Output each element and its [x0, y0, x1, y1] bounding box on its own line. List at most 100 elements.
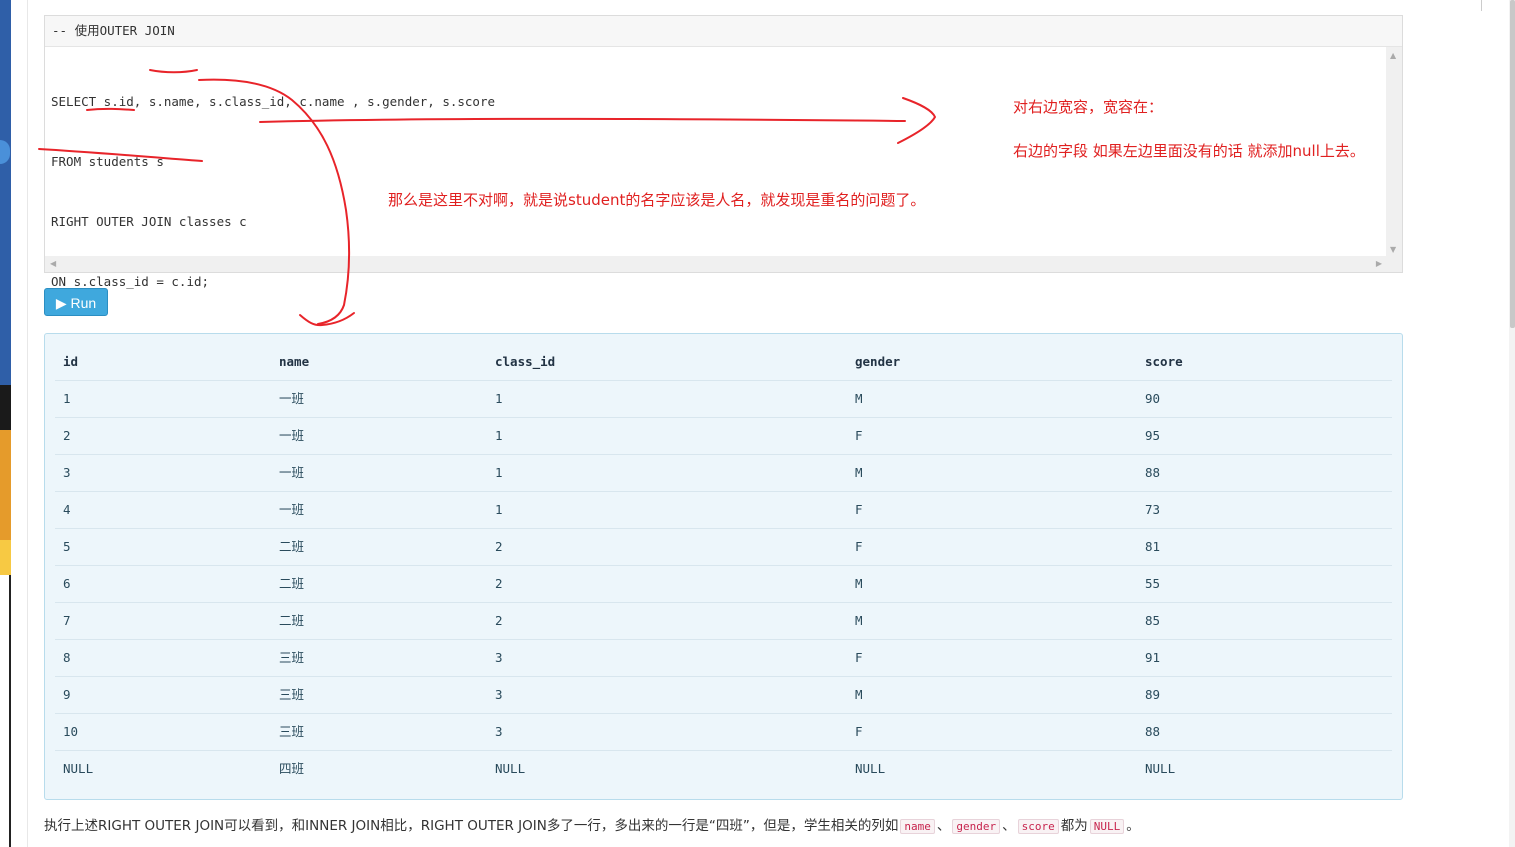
cell-score: 85	[1145, 613, 1161, 628]
cell-id: 5	[63, 539, 71, 554]
column-header-gender: gender	[855, 354, 901, 369]
cell-class-id: NULL	[495, 761, 526, 776]
table-row: NULL 四班 NULL NULL NULL	[55, 750, 1392, 787]
inline-code-score: score	[1017, 819, 1059, 834]
cell-class-id: 1	[495, 502, 503, 517]
result-table: id name class_id gender score 1 一班 1 M 90 2 一班…	[44, 333, 1403, 800]
cell-id: 7	[63, 613, 71, 628]
explanation-text: 执行上述RIGHT OUTER JOIN可以看到，和INNER JOIN相比，R…	[44, 818, 899, 834]
cell-gender: M	[855, 465, 863, 480]
scroll-right-icon[interactable]: ▶	[1376, 259, 1382, 269]
inline-code-null: NULL	[1089, 819, 1125, 834]
cell-score: 73	[1145, 502, 1161, 517]
table-row: 9 三班 3 M 89	[55, 676, 1392, 714]
table-row: 3 一班 1 M 88	[55, 454, 1392, 492]
run-button-label: Run	[70, 295, 97, 311]
scroll-up-icon[interactable]: ▲	[1390, 51, 1396, 61]
cell-score: 91	[1145, 650, 1161, 665]
cell-gender: F	[855, 650, 863, 665]
sql-editor-header: -- 使用OUTER JOIN	[45, 16, 1402, 47]
cell-score: 81	[1145, 539, 1161, 554]
scroll-left-icon[interactable]: ◀	[50, 259, 56, 269]
page-scrollbar-thumb[interactable]	[1510, 0, 1515, 328]
editor-horizontal-scrollbar[interactable]: ◀ ▶	[45, 256, 1402, 272]
cell-id: 3	[63, 465, 71, 480]
background-window-strip	[0, 0, 11, 847]
cell-name: 三班	[279, 724, 305, 739]
cell-name: 一班	[279, 465, 305, 480]
cell-score: 88	[1145, 724, 1161, 739]
table-row: 5 二班 2 F 81	[55, 528, 1392, 566]
cell-gender: M	[855, 391, 863, 406]
code-line: ON s.class_id = c.id;	[51, 274, 210, 289]
cell-class-id: 3	[495, 724, 503, 739]
cell-name: 三班	[279, 687, 305, 702]
cell-class-id: 1	[495, 465, 503, 480]
run-button[interactable]: ▶ Run	[44, 288, 108, 316]
cell-gender: NULL	[855, 761, 886, 776]
cell-score: 88	[1145, 465, 1161, 480]
cell-name: 一班	[279, 391, 305, 406]
cell-id: 10	[63, 724, 79, 739]
background-window-orange	[0, 430, 11, 540]
cell-class-id: 3	[495, 650, 503, 665]
code-line: RIGHT OUTER JOIN classes c	[51, 214, 247, 229]
table-row: 6 二班 2 M 55	[55, 565, 1392, 603]
cell-score: 95	[1145, 428, 1161, 443]
inline-code-name: name	[900, 819, 935, 834]
cell-name: 四班	[279, 761, 305, 776]
content-left-border	[27, 0, 28, 847]
cell-id: 1	[63, 391, 71, 406]
cell-gender: F	[855, 428, 863, 443]
cell-name: 一班	[279, 502, 305, 517]
cell-id: 2	[63, 428, 71, 443]
explanation-paragraph: 执行上述RIGHT OUTER JOIN可以看到，和INNER JOIN相比，R…	[44, 814, 1140, 834]
editor-vertical-scrollbar[interactable]: ▲ ▼	[1386, 47, 1402, 257]
cell-score: 89	[1145, 687, 1161, 702]
code-line: FROM students s	[51, 154, 164, 169]
cell-id: 4	[63, 502, 71, 517]
cell-name: 二班	[279, 613, 305, 628]
table-row: 8 三班 3 F 91	[55, 639, 1392, 677]
cell-gender: M	[855, 687, 863, 702]
code-line: SELECT s.id, s.name, s.class_id, c.name …	[51, 94, 496, 109]
scroll-down-icon[interactable]: ▼	[1390, 245, 1396, 255]
annotation-duplicate-name-note: 那么是这里不对啊，就是说student的名字应该是人名，就发现是重名的问题了。	[388, 191, 926, 209]
table-header-row: id name class_id gender score	[55, 343, 1392, 381]
cell-id: NULL	[63, 761, 94, 776]
cell-name: 二班	[279, 576, 305, 591]
column-header-class-id: class_id	[495, 354, 556, 369]
cell-id: 6	[63, 576, 71, 591]
table-row: 10 三班 3 F 88	[55, 713, 1392, 751]
column-header-name: name	[279, 354, 310, 369]
annotation-null-note: 右边的字段 如果左边里面没有的话 就添加null上去。	[1013, 142, 1365, 160]
cell-score: NULL	[1145, 761, 1176, 776]
cell-gender: M	[855, 613, 863, 628]
cell-name: 一班	[279, 428, 305, 443]
background-window-dark	[0, 385, 11, 430]
table-row: 4 一班 1 F 73	[55, 491, 1392, 529]
cell-id: 9	[63, 687, 71, 702]
cell-gender: M	[855, 576, 863, 591]
table-row: 1 一班 1 M 90	[55, 380, 1392, 418]
cell-gender: F	[855, 539, 863, 554]
separator: 、	[936, 818, 951, 834]
cell-id: 8	[63, 650, 71, 665]
cell-class-id: 2	[495, 576, 503, 591]
explanation-text: 。	[1126, 818, 1140, 834]
cell-class-id: 2	[495, 539, 503, 554]
table-row: 2 一班 1 F 95	[55, 417, 1392, 455]
cell-name: 二班	[279, 539, 305, 554]
background-window-yellow	[0, 540, 11, 575]
cell-gender: F	[855, 502, 863, 517]
table-row: 7 二班 2 M 85	[55, 602, 1392, 640]
cell-class-id: 1	[495, 428, 503, 443]
cell-gender: F	[855, 724, 863, 739]
top-divider	[1481, 0, 1482, 11]
background-window-blue	[0, 0, 11, 385]
cell-class-id: 1	[495, 391, 503, 406]
cell-class-id: 3	[495, 687, 503, 702]
cell-name: 三班	[279, 650, 305, 665]
column-header-id: id	[63, 354, 79, 369]
background-window-edge	[9, 575, 11, 847]
